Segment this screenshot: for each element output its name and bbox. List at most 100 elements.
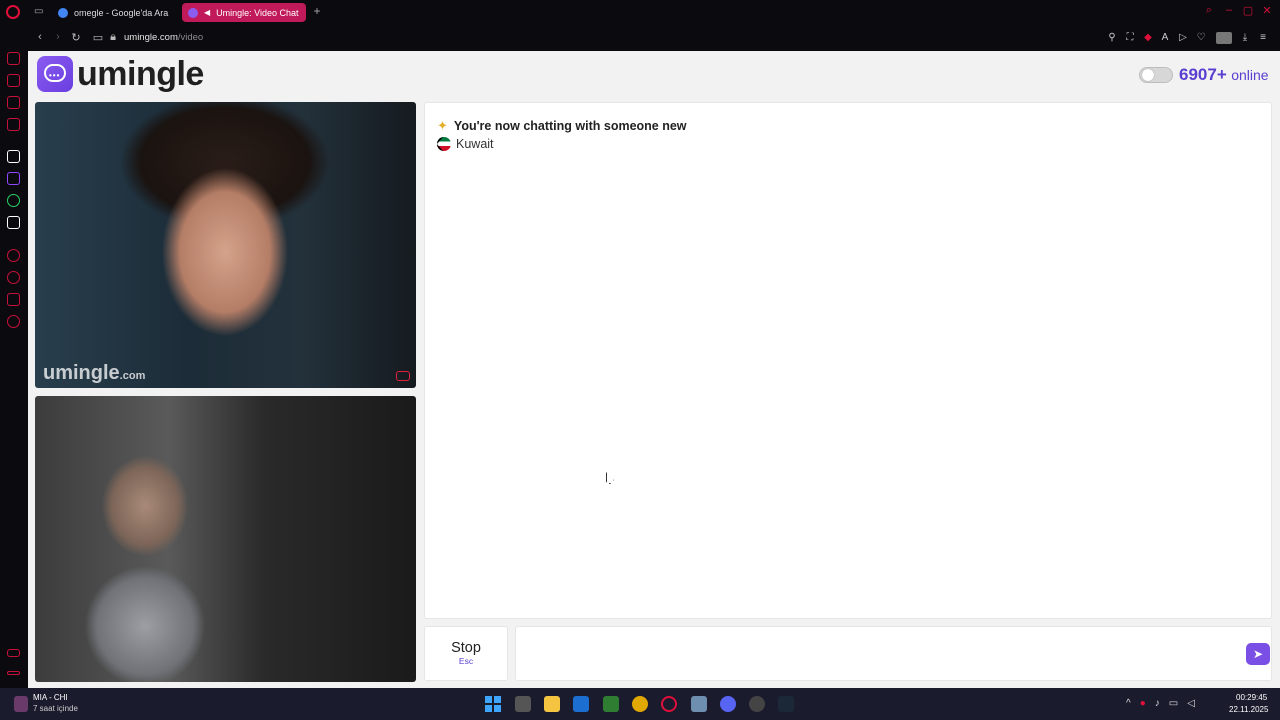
stop-label: Stop <box>451 640 481 656</box>
clock-time[interactable]: 00:29:45 <box>1236 693 1267 702</box>
arc-icon[interactable] <box>7 150 20 163</box>
umingle-favicon-icon <box>188 7 198 18</box>
forward-button[interactable]: › <box>51 31 65 43</box>
aria-icon[interactable] <box>7 52 20 65</box>
profile-avatar[interactable] <box>1216 32 1232 44</box>
minimize-button[interactable]: – <box>1222 4 1236 16</box>
translate-icon[interactable]: A <box>1159 32 1171 44</box>
url-path: /video <box>177 32 204 43</box>
extensions-icon[interactable] <box>7 74 20 87</box>
media-icon[interactable] <box>14 696 28 712</box>
country-name: Kuwait <box>456 137 494 151</box>
online-counter: 6907+ online <box>1179 65 1269 85</box>
antivirus-icon[interactable]: ● <box>1140 698 1146 709</box>
report-icon[interactable] <box>396 371 410 381</box>
display-icon[interactable]: ▭ <box>1169 698 1178 709</box>
remote-video: umingle.com <box>35 102 416 388</box>
sparkle-icon: ✦ <box>437 118 448 133</box>
twitch-icon[interactable] <box>7 172 20 185</box>
lock-icon: 🔒︎ <box>110 31 116 43</box>
kuwait-flag-icon <box>437 137 451 151</box>
speaker-icon[interactable]: ◀ <box>204 8 210 17</box>
toggle-knob <box>1142 69 1154 81</box>
music-icon[interactable] <box>7 249 20 262</box>
stop-button[interactable]: Stop Esc <box>424 626 508 681</box>
partner-country: Kuwait <box>437 137 494 151</box>
local-video <box>35 396 416 682</box>
camera-icon[interactable]: ▭ <box>91 31 105 44</box>
tab-label: omegle - Google'da Ara <box>74 7 169 18</box>
close-button[interactable]: ✕ <box>1260 4 1274 17</box>
news-icon[interactable] <box>7 118 20 131</box>
chat-icon[interactable] <box>7 293 20 306</box>
discord-icon[interactable] <box>720 696 736 712</box>
chat-panel: ✦ You're now chatting with someone new K… <box>424 102 1272 619</box>
online-count: 6907+ <box>1179 65 1227 84</box>
file-explorer-icon[interactable] <box>544 696 560 712</box>
steam-icon[interactable] <box>778 696 794 712</box>
opera-logo-icon[interactable] <box>6 5 20 19</box>
send-icon: ➤ <box>1252 647 1264 661</box>
message-input[interactable] <box>526 641 1226 667</box>
microphone-icon[interactable]: ♪ <box>1155 698 1160 709</box>
settings-icon[interactable] <box>7 315 20 328</box>
heart-icon[interactable]: ♡ <box>1195 32 1207 44</box>
clock-app-icon[interactable] <box>749 696 765 712</box>
chat-status: ✦ You're now chatting with someone new <box>437 118 687 134</box>
whatsapp-icon[interactable] <box>7 194 20 207</box>
send-button[interactable]: ➤ <box>1246 643 1270 665</box>
tab-google-search[interactable]: omegle - Google'da Ara <box>52 3 178 22</box>
gx-icon[interactable] <box>7 649 20 657</box>
system-tray: ^ ● ♪ ▭ ◁ <box>1126 698 1195 709</box>
watermark-text: umingle <box>43 362 120 384</box>
opera-gx-icon[interactable] <box>661 696 677 712</box>
chrome-icon[interactable] <box>632 696 648 712</box>
new-tab-button[interactable]: + <box>310 4 324 18</box>
watermark-domain: .com <box>119 370 146 382</box>
task-view-icon[interactable] <box>515 696 531 712</box>
google-favicon-icon <box>58 7 68 18</box>
url-host: umingle.com <box>124 32 178 43</box>
search-icon[interactable]: ⌕ <box>1202 4 1216 17</box>
windows-taskbar: MIA - CHI 7 saat içinde ^ ● ♪ ▭ ◁ 00:29:… <box>0 688 1280 720</box>
clock-date[interactable]: 22.11.2025 <box>1229 705 1268 714</box>
address-bar: ‹ › ↻ ▭ 🔒︎ umingle.com/video ⚲ ⛶ ◆ A ▷ ♡… <box>28 25 1280 51</box>
logo-text[interactable]: umingle <box>77 55 204 94</box>
download-icon[interactable]: ⤓ <box>1239 32 1251 44</box>
url-field[interactable]: umingle.com/video <box>124 32 203 43</box>
app-icon[interactable] <box>691 696 707 712</box>
snapshot-icon[interactable]: ⛶ <box>1124 32 1136 44</box>
dots-icon: ••• <box>49 71 61 80</box>
reload-button[interactable]: ↻ <box>69 31 83 44</box>
status-message: You're now chatting with someone new <box>453 119 687 133</box>
back-button[interactable]: ‹ <box>33 31 47 43</box>
browser-sidebar <box>0 25 28 688</box>
online-label: online <box>1231 67 1269 83</box>
video-watermark: umingle.com <box>43 362 145 385</box>
browser-tab-bar: ▭ omegle - Google'da Ara ◀ Umingle: Vide… <box>0 0 1280 25</box>
tab-umingle[interactable]: ◀ Umingle: Video Chat <box>182 3 306 22</box>
nvidia-icon[interactable] <box>603 696 619 712</box>
stop-shortcut: Esc <box>458 656 474 666</box>
start-icon[interactable] <box>485 696 501 712</box>
pin-icon[interactable]: ⚲ <box>1106 32 1118 44</box>
x-twitter-icon[interactable] <box>7 216 20 229</box>
chevron-up-icon[interactable]: ^ <box>1126 698 1131 709</box>
message-box: ➤ <box>515 626 1272 681</box>
media-subtitle: 7 saat içinde <box>33 704 78 713</box>
umingle-logo-icon[interactable]: ••• <box>37 56 73 92</box>
menu-icon[interactable]: ≡ <box>1257 32 1269 44</box>
page-content: ••• umingle 6907+ online umingle.com ✦ Y… <box>28 51 1280 688</box>
adblock-icon[interactable]: ◆ <box>1142 32 1154 44</box>
mail-icon[interactable] <box>7 96 20 109</box>
outlook-icon[interactable] <box>573 696 589 712</box>
more-icon[interactable] <box>7 671 20 675</box>
workspaces-icon[interactable]: ▭ <box>34 6 46 18</box>
player-icon[interactable]: ▷ <box>1177 32 1189 44</box>
history-icon[interactable] <box>7 271 20 284</box>
theme-toggle[interactable] <box>1139 67 1173 83</box>
volume-icon[interactable]: ◁ <box>1187 698 1195 709</box>
media-title: MIA - CHI <box>33 693 68 702</box>
tab-label: Umingle: Video Chat <box>216 7 299 18</box>
maximize-button[interactable]: ▢ <box>1241 4 1255 17</box>
